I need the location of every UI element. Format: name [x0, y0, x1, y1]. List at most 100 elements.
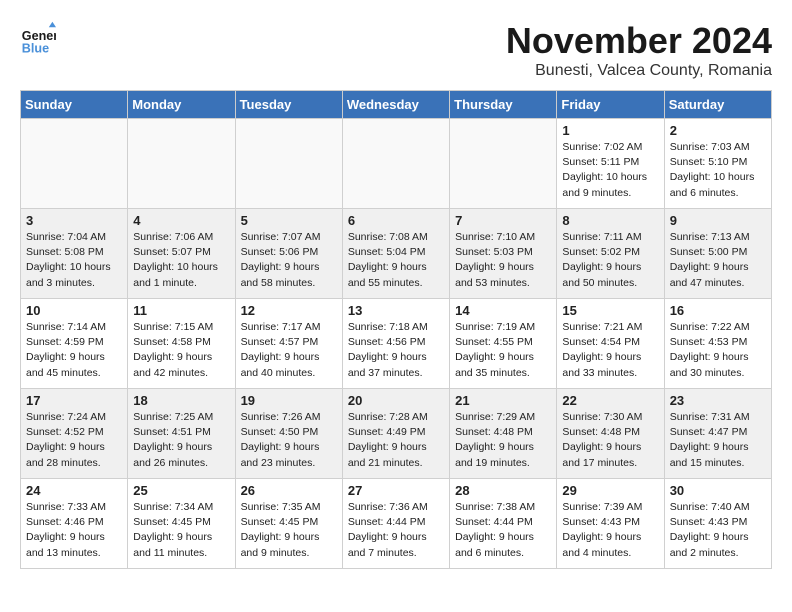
day-number: 5: [241, 213, 337, 228]
day-info: Sunrise: 7:40 AMSunset: 4:43 PMDaylight:…: [670, 500, 766, 561]
day-info: Sunrise: 7:38 AMSunset: 4:44 PMDaylight:…: [455, 500, 551, 561]
day-info: Sunrise: 7:28 AMSunset: 4:49 PMDaylight:…: [348, 410, 444, 471]
day-number: 9: [670, 213, 766, 228]
day-number: 22: [562, 393, 658, 408]
calendar-cell: 8 Sunrise: 7:11 AMSunset: 5:02 PMDaylight…: [557, 209, 664, 299]
calendar-cell: 19 Sunrise: 7:26 AMSunset: 4:50 PMDayligh…: [235, 389, 342, 479]
day-number: 4: [133, 213, 229, 228]
weekday-header-friday: Friday: [557, 91, 664, 119]
calendar-cell: 2Sunrise: 7:03 AMSunset: 5:10 PMDaylight…: [664, 119, 771, 209]
calendar-cell: 18 Sunrise: 7:25 AMSunset: 4:51 PMDayligh…: [128, 389, 235, 479]
day-info: Sunrise: 7:11 AMSunset: 5:02 PMDaylight:…: [562, 230, 658, 291]
logo: General Blue: [20, 20, 56, 56]
week-row-4: 17 Sunrise: 7:24 AMSunset: 4:52 PMDayligh…: [21, 389, 772, 479]
calendar-cell: 16Sunrise: 7:22 AMSunset: 4:53 PMDayligh…: [664, 299, 771, 389]
day-number: 26: [241, 483, 337, 498]
day-number: 17: [26, 393, 122, 408]
calendar-cell: 13Sunrise: 7:18 AMSunset: 4:56 PMDayligh…: [342, 299, 449, 389]
calendar-cell: 23Sunrise: 7:31 AMSunset: 4:47 PMDayligh…: [664, 389, 771, 479]
day-number: 12: [241, 303, 337, 318]
week-row-3: 10 Sunrise: 7:14 AMSunset: 4:59 PMDayligh…: [21, 299, 772, 389]
page-header: General Blue November 2024 Bunesti, Valc…: [20, 20, 772, 80]
day-number: 18: [133, 393, 229, 408]
weekday-header-thursday: Thursday: [450, 91, 557, 119]
day-number: 10: [26, 303, 122, 318]
day-info: Sunrise: 7:24 AMSunset: 4:52 PMDaylight:…: [26, 410, 122, 471]
weekday-header-monday: Monday: [128, 91, 235, 119]
calendar-cell: 10 Sunrise: 7:14 AMSunset: 4:59 PMDayligh…: [21, 299, 128, 389]
calendar-subtitle: Bunesti, Valcea County, Romania: [506, 62, 772, 80]
day-info: Sunrise: 7:25 AMSunset: 4:51 PMDaylight:…: [133, 410, 229, 471]
day-info: Sunrise: 7:17 AMSunset: 4:57 PMDaylight:…: [241, 320, 337, 381]
calendar-cell: [342, 119, 449, 209]
weekday-header-row: SundayMondayTuesdayWednesdayThursdayFrid…: [21, 91, 772, 119]
day-info: Sunrise: 7:02 AMSunset: 5:11 PMDaylight:…: [562, 140, 658, 201]
calendar-cell: 9 Sunrise: 7:13 AMSunset: 5:00 PMDaylight…: [664, 209, 771, 299]
calendar-cell: 17 Sunrise: 7:24 AMSunset: 4:52 PMDayligh…: [21, 389, 128, 479]
calendar-cell: 1Sunrise: 7:02 AMSunset: 5:11 PMDaylight…: [557, 119, 664, 209]
day-info: Sunrise: 7:19 AMSunset: 4:55 PMDaylight:…: [455, 320, 551, 381]
day-number: 8: [562, 213, 658, 228]
calendar-cell: 4 Sunrise: 7:06 AMSunset: 5:07 PMDaylight…: [128, 209, 235, 299]
day-number: 2: [670, 123, 766, 138]
calendar-cell: 6 Sunrise: 7:08 AMSunset: 5:04 PMDaylight…: [342, 209, 449, 299]
day-info: Sunrise: 7:34 AMSunset: 4:45 PMDaylight:…: [133, 500, 229, 561]
calendar-title: November 2024: [506, 20, 772, 62]
weekday-header-saturday: Saturday: [664, 91, 771, 119]
week-row-2: 3 Sunrise: 7:04 AMSunset: 5:08 PMDaylight…: [21, 209, 772, 299]
day-number: 6: [348, 213, 444, 228]
calendar-cell: 22 Sunrise: 7:30 AMSunset: 4:48 PMDayligh…: [557, 389, 664, 479]
calendar-cell: 25 Sunrise: 7:34 AMSunset: 4:45 PMDayligh…: [128, 479, 235, 569]
day-info: Sunrise: 7:04 AMSunset: 5:08 PMDaylight:…: [26, 230, 122, 291]
calendar-cell: 20 Sunrise: 7:28 AMSunset: 4:49 PMDayligh…: [342, 389, 449, 479]
day-info: Sunrise: 7:06 AMSunset: 5:07 PMDaylight:…: [133, 230, 229, 291]
day-info: Sunrise: 7:13 AMSunset: 5:00 PMDaylight:…: [670, 230, 766, 291]
day-info: Sunrise: 7:31 AMSunset: 4:47 PMDaylight:…: [670, 410, 766, 471]
calendar-cell: 21Sunrise: 7:29 AMSunset: 4:48 PMDayligh…: [450, 389, 557, 479]
day-number: 25: [133, 483, 229, 498]
calendar-cell: 29 Sunrise: 7:39 AMSunset: 4:43 PMDayligh…: [557, 479, 664, 569]
weekday-header-wednesday: Wednesday: [342, 91, 449, 119]
week-row-5: 24Sunrise: 7:33 AMSunset: 4:46 PMDayligh…: [21, 479, 772, 569]
calendar-cell: [128, 119, 235, 209]
day-number: 11: [133, 303, 229, 318]
day-number: 27: [348, 483, 444, 498]
day-number: 19: [241, 393, 337, 408]
day-number: 3: [26, 213, 122, 228]
day-info: Sunrise: 7:26 AMSunset: 4:50 PMDaylight:…: [241, 410, 337, 471]
logo-icon: General Blue: [20, 20, 56, 56]
day-number: 14: [455, 303, 551, 318]
day-number: 28: [455, 483, 551, 498]
day-info: Sunrise: 7:35 AMSunset: 4:45 PMDaylight:…: [241, 500, 337, 561]
day-info: Sunrise: 7:07 AMSunset: 5:06 PMDaylight:…: [241, 230, 337, 291]
day-number: 15: [562, 303, 658, 318]
calendar-cell: 14 Sunrise: 7:19 AMSunset: 4:55 PMDayligh…: [450, 299, 557, 389]
weekday-header-tuesday: Tuesday: [235, 91, 342, 119]
calendar-cell: 24Sunrise: 7:33 AMSunset: 4:46 PMDayligh…: [21, 479, 128, 569]
day-info: Sunrise: 7:39 AMSunset: 4:43 PMDaylight:…: [562, 500, 658, 561]
day-number: 30: [670, 483, 766, 498]
svg-text:Blue: Blue: [22, 41, 49, 55]
calendar-cell: 11 Sunrise: 7:15 AMSunset: 4:58 PMDayligh…: [128, 299, 235, 389]
day-info: Sunrise: 7:08 AMSunset: 5:04 PMDaylight:…: [348, 230, 444, 291]
day-info: Sunrise: 7:10 AMSunset: 5:03 PMDaylight:…: [455, 230, 551, 291]
calendar-cell: [21, 119, 128, 209]
day-number: 16: [670, 303, 766, 318]
day-info: Sunrise: 7:21 AMSunset: 4:54 PMDaylight:…: [562, 320, 658, 381]
day-number: 20: [348, 393, 444, 408]
calendar-cell: 5 Sunrise: 7:07 AMSunset: 5:06 PMDaylight…: [235, 209, 342, 299]
calendar-cell: [450, 119, 557, 209]
week-row-1: 1Sunrise: 7:02 AMSunset: 5:11 PMDaylight…: [21, 119, 772, 209]
calendar-cell: 7Sunrise: 7:10 AMSunset: 5:03 PMDaylight…: [450, 209, 557, 299]
day-info: Sunrise: 7:30 AMSunset: 4:48 PMDaylight:…: [562, 410, 658, 471]
calendar-cell: 3 Sunrise: 7:04 AMSunset: 5:08 PMDaylight…: [21, 209, 128, 299]
day-info: Sunrise: 7:29 AMSunset: 4:48 PMDaylight:…: [455, 410, 551, 471]
calendar-cell: 30 Sunrise: 7:40 AMSunset: 4:43 PMDayligh…: [664, 479, 771, 569]
calendar-cell: 12 Sunrise: 7:17 AMSunset: 4:57 PMDayligh…: [235, 299, 342, 389]
day-number: 13: [348, 303, 444, 318]
calendar-table: SundayMondayTuesdayWednesdayThursdayFrid…: [20, 90, 772, 569]
day-info: Sunrise: 7:15 AMSunset: 4:58 PMDaylight:…: [133, 320, 229, 381]
day-info: Sunrise: 7:14 AMSunset: 4:59 PMDaylight:…: [26, 320, 122, 381]
weekday-header-sunday: Sunday: [21, 91, 128, 119]
day-number: 29: [562, 483, 658, 498]
